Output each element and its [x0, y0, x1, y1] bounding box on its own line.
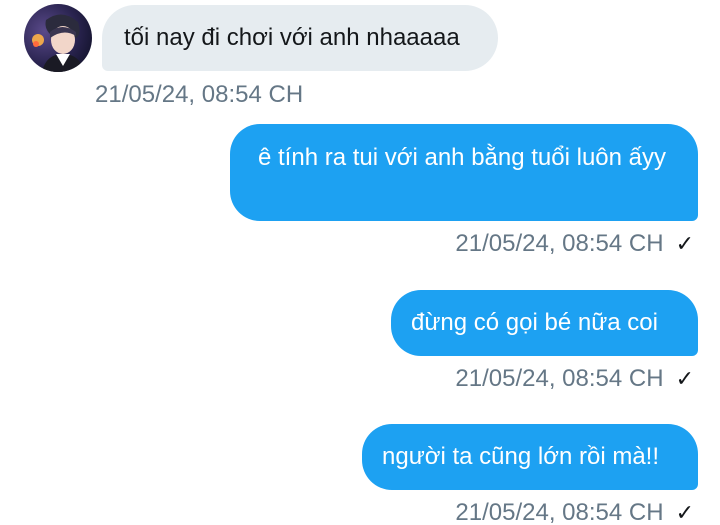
message-bubble-outgoing[interactable]: đừng có gọi bé nữa coi	[391, 290, 698, 356]
message-timestamp: 21/05/24, 08:54 CH ✓	[455, 365, 694, 393]
message-bubble-outgoing[interactable]: người ta cũng lớn rồi mà!!	[362, 424, 698, 490]
message-timestamp: 21/05/24, 08:54 CH ✓	[455, 499, 694, 525]
message-bubble-outgoing[interactable]: ê tính ra tui với anh bằng tuổi luôn ấyy	[230, 124, 698, 221]
check-icon: ✓	[675, 366, 694, 391]
avatar[interactable]	[24, 4, 92, 72]
timestamp-text: 21/05/24, 08:54 CH	[455, 230, 664, 257]
message-text: tối nay đi chơi với anh nhaaaaa	[124, 24, 460, 51]
message-text: đừng có gọi bé nữa coi	[411, 309, 658, 336]
timestamp-text: 21/05/24, 08:54 CH	[95, 81, 304, 108]
check-icon: ✓	[675, 231, 694, 256]
timestamp-text: 21/05/24, 08:54 CH	[455, 365, 664, 392]
message-timestamp: 21/05/24, 08:54 CH	[95, 81, 303, 109]
check-icon: ✓	[675, 500, 694, 525]
message-text: người ta cũng lớn rồi mà!!	[382, 443, 659, 470]
message-timestamp: 21/05/24, 08:54 CH ✓	[455, 230, 694, 258]
message-bubble-incoming[interactable]: tối nay đi chơi với anh nhaaaaa	[102, 5, 498, 71]
timestamp-text: 21/05/24, 08:54 CH	[455, 499, 664, 525]
message-text: ê tính ra tui với anh bằng tuổi luôn ấyy	[258, 144, 666, 171]
